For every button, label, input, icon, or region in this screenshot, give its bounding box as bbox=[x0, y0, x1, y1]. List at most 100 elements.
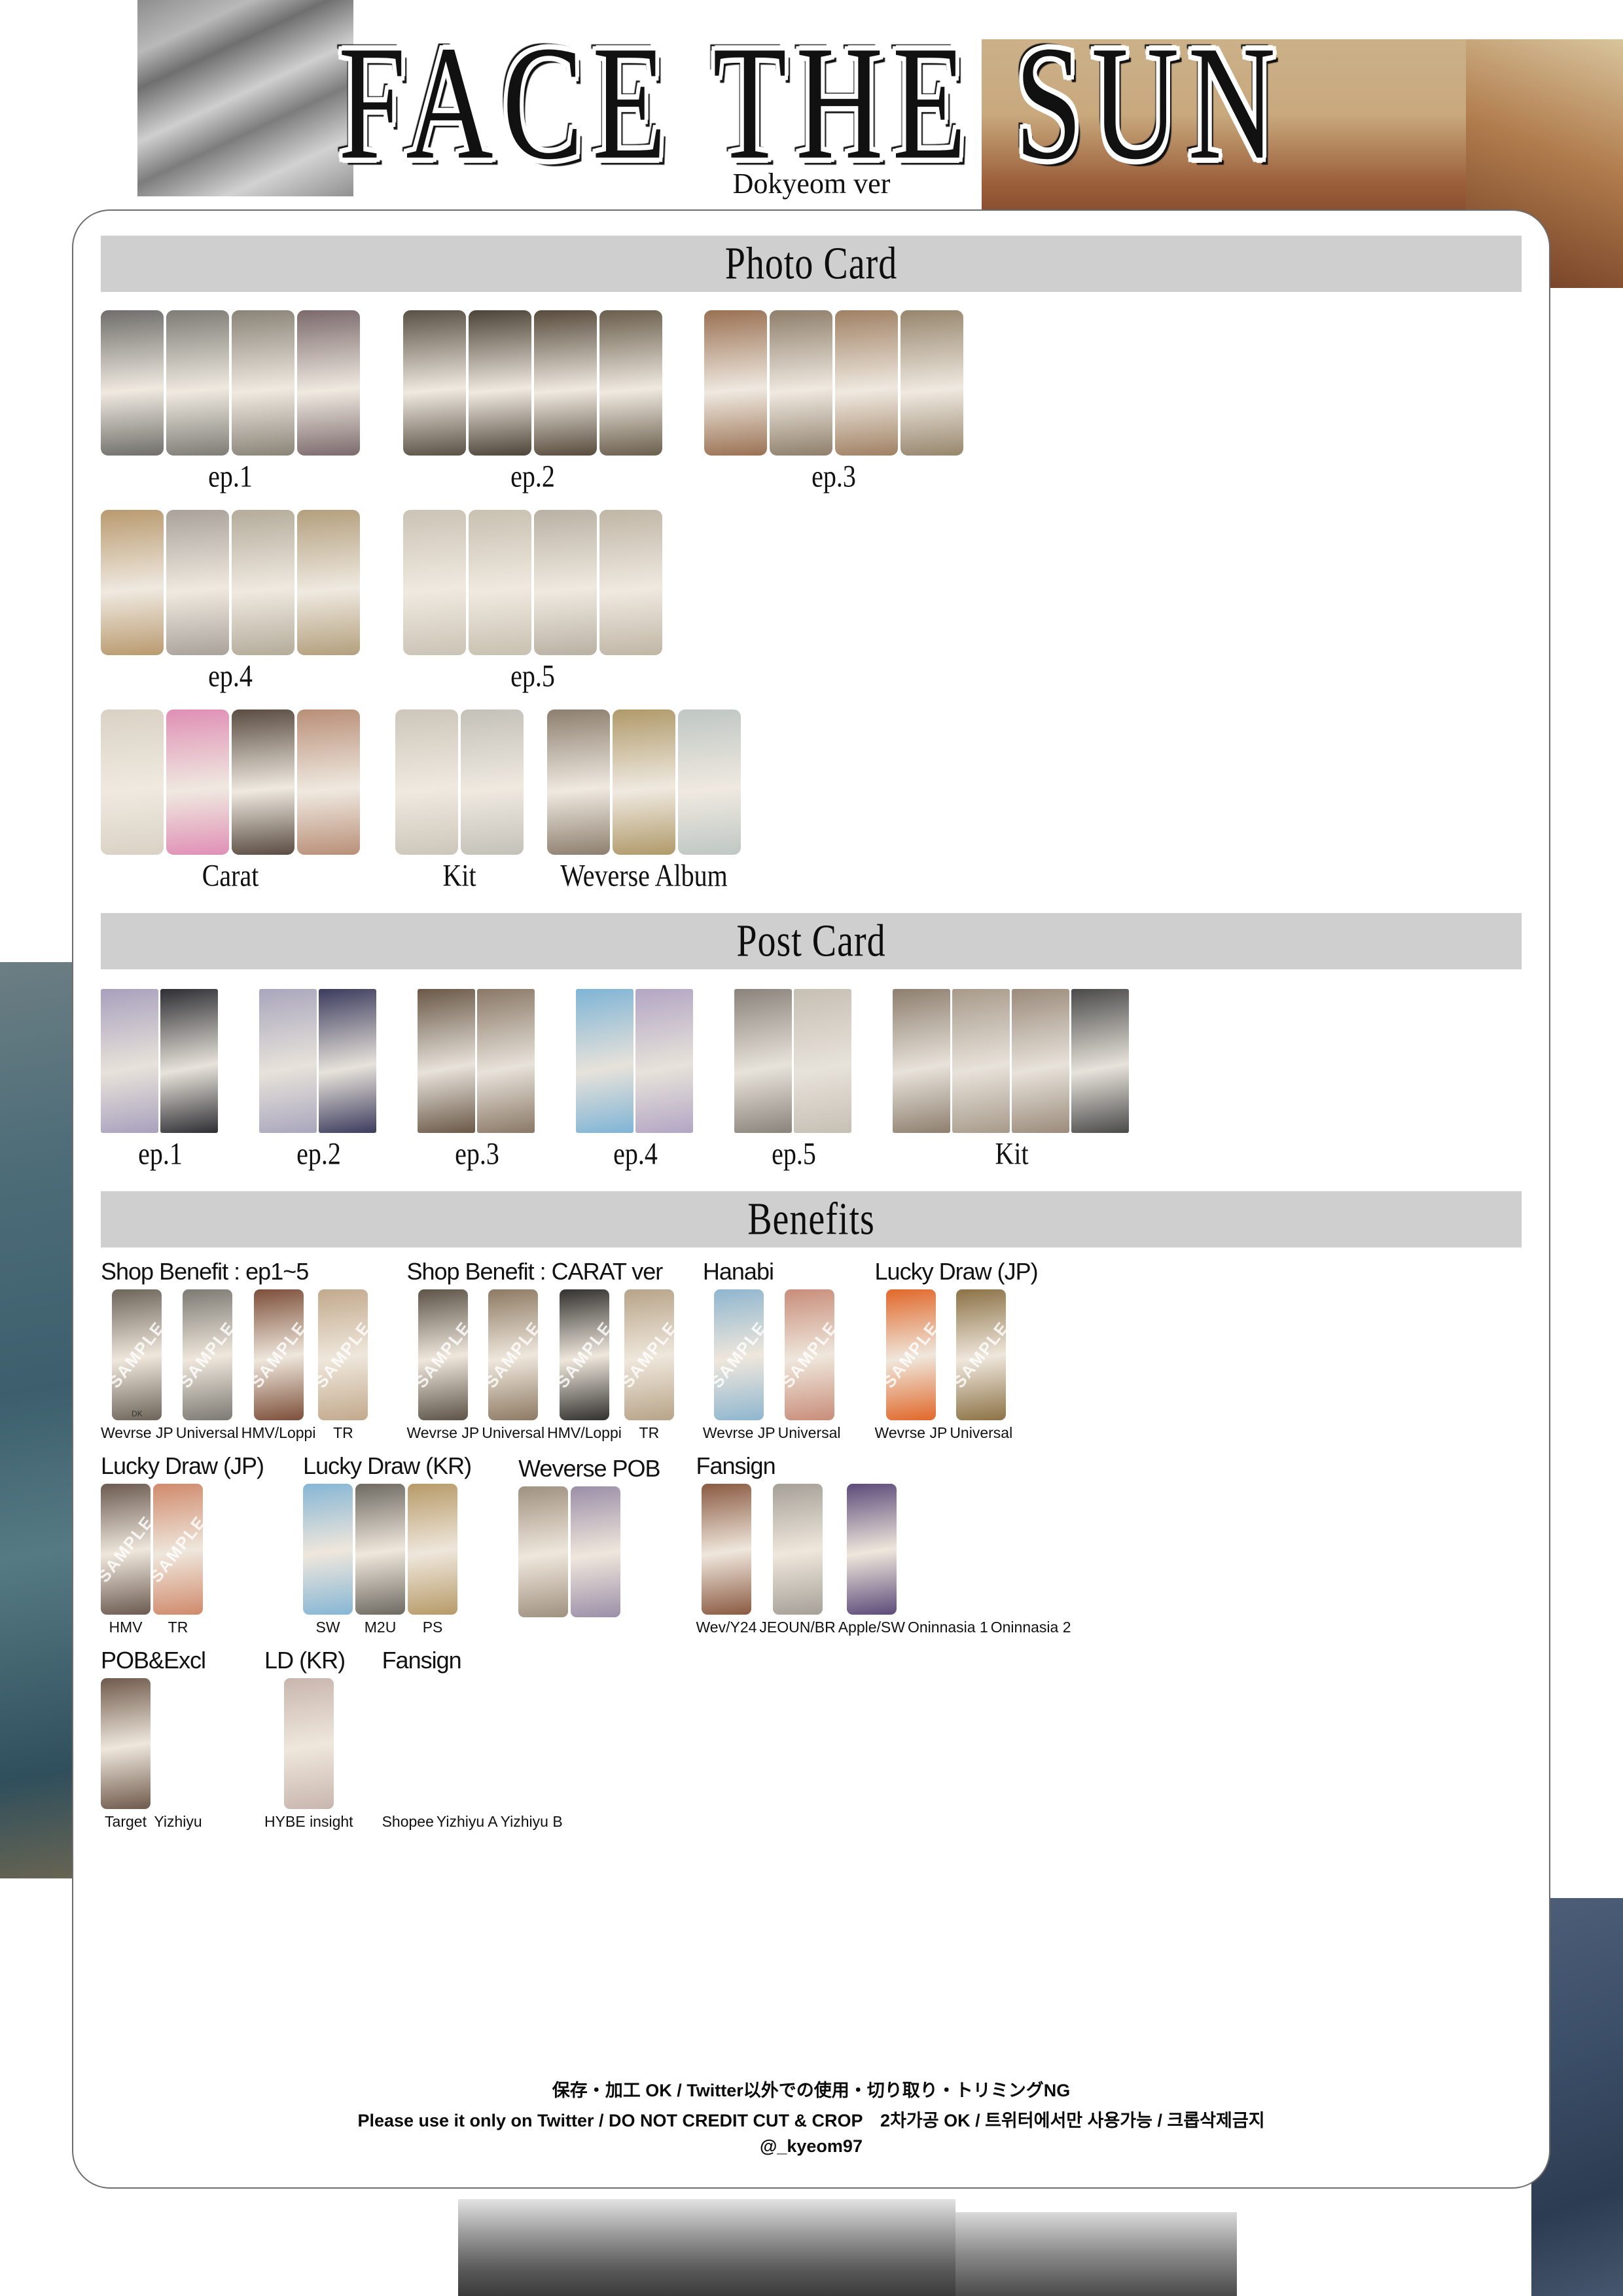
benefit-item: Yizhiyu A bbox=[437, 1678, 498, 1831]
benefit-card-thumbnail bbox=[518, 1486, 569, 1617]
benefit-item: Oninnasia 2 bbox=[991, 1484, 1071, 1636]
post-card-group-label: ep.5 bbox=[772, 1136, 816, 1172]
photo-card-strip bbox=[547, 709, 741, 855]
benefit-card-thumbnail: SAMPLE bbox=[253, 1289, 304, 1420]
sample-watermark: SAMPLE bbox=[624, 1318, 674, 1392]
benefit-card-strip: SW M2U PS bbox=[303, 1484, 471, 1636]
benefit-group: Lucky Draw (KR) SW M2U PS bbox=[303, 1452, 472, 1636]
photo-card-group: ep.1 bbox=[101, 310, 360, 494]
benefit-group: Shop Benefit : CARAT ver SAMPLE Wevrse JP S… bbox=[406, 1258, 676, 1442]
post-card-strip bbox=[734, 989, 853, 1133]
photo-card-row: ep.1 ep.2 ep.3 bbox=[101, 310, 1522, 494]
benefit-item: Target bbox=[101, 1678, 151, 1831]
benefit-card-thumbnail bbox=[101, 1678, 151, 1809]
benefit-group: Hanabi SAMPLE Wevrse JP SAMPLE Universal bbox=[703, 1258, 844, 1442]
benefit-card-strip: HYBE insight bbox=[264, 1678, 356, 1831]
benefit-card-thumbnail: SAMPLE bbox=[488, 1289, 539, 1420]
benefit-item-label: HMV/Loppi bbox=[547, 1424, 622, 1441]
benefit-item-label: PS bbox=[422, 1619, 443, 1636]
benefit-card-thumbnail: SAMPLE bbox=[784, 1289, 834, 1420]
benefit-card-thumbnail: SAMPLE bbox=[153, 1484, 203, 1615]
photo-card-thumbnail bbox=[678, 709, 741, 855]
benefit-item: PS bbox=[408, 1484, 458, 1636]
sample-watermark: SAMPLE bbox=[112, 1318, 162, 1392]
post-card-thumbnail bbox=[477, 989, 535, 1133]
post-card-thumbnail bbox=[160, 989, 218, 1133]
post-card-group: ep.1 bbox=[101, 989, 220, 1172]
section-header-benefits: Benefits bbox=[101, 1191, 1522, 1247]
benefit-item: Shopee bbox=[382, 1678, 434, 1831]
post-card-strip bbox=[101, 989, 220, 1133]
photo-card-group-label: Kit bbox=[442, 857, 476, 893]
benefit-item-label: HMV/Loppi bbox=[241, 1424, 316, 1441]
benefit-item: SAMPLE TR bbox=[624, 1289, 674, 1442]
benefit-item: SAMPLE HMV bbox=[101, 1484, 151, 1636]
photo-card-thumbnail bbox=[101, 709, 164, 855]
photo-card-group-label: ep.3 bbox=[812, 458, 856, 494]
benefit-card-strip: SAMPLE Wevrse JP SAMPLE Universal bbox=[703, 1289, 844, 1442]
benefit-card-strip: SAMPLE Wevrse JP SAMPLE Universal SAMPLE HMV/… bbox=[406, 1289, 676, 1442]
post-card-thumbnail bbox=[635, 989, 693, 1133]
photo-card-thumbnail bbox=[403, 510, 466, 655]
benefit-group-title: Shop Benefit : ep1~5 bbox=[101, 1258, 309, 1285]
post-card-group: ep.3 bbox=[418, 989, 537, 1172]
footer-line-en-ko: Please use it only on Twitter / DO NOT C… bbox=[357, 2111, 1265, 2130]
background-image-bottom-right bbox=[955, 2212, 1237, 2296]
photo-card-thumbnail bbox=[835, 310, 898, 456]
photo-card-thumbnail bbox=[461, 709, 524, 855]
benefit-card-placeholder bbox=[442, 1678, 492, 1809]
post-card-thumbnail bbox=[794, 989, 851, 1133]
post-card-strip bbox=[576, 989, 695, 1133]
photo-card-group: ep.3 bbox=[704, 310, 963, 494]
benefit-item: Yizhiyu bbox=[153, 1678, 203, 1831]
sample-watermark: SAMPLE bbox=[956, 1318, 1007, 1392]
photo-card-group-label: Weverse Album bbox=[560, 857, 728, 893]
benefit-group: Fansign Shopee Yizhiyu A Yizhiyu B bbox=[382, 1647, 565, 1831]
photo-card-row: Carat Kit Weverse Album bbox=[101, 709, 1522, 893]
post-card-thumbnail bbox=[418, 989, 475, 1133]
post-card-group: Kit bbox=[893, 989, 1131, 1172]
benefit-group: Fansign Wev/Y24 JEOUN/BR Apple/SW Oninnasia … bbox=[696, 1452, 1074, 1636]
photo-card-strip bbox=[403, 310, 662, 456]
benefit-group: POB&Excl Target Yizhiyu bbox=[101, 1647, 206, 1831]
photo-card-thumbnail bbox=[297, 510, 360, 655]
benefit-card-thumbnail: SAMPLE DK bbox=[112, 1289, 162, 1420]
photo-card-thumbnail bbox=[101, 310, 164, 456]
benefit-item-label: Universal bbox=[950, 1424, 1013, 1441]
benefit-item: SW bbox=[303, 1484, 353, 1636]
benefit-item-label: JEOUN/BR bbox=[759, 1619, 836, 1636]
photo-card-group-label: ep.4 bbox=[208, 658, 253, 694]
benefit-item: SAMPLE Universal bbox=[778, 1289, 841, 1442]
photo-card-group-label: ep.2 bbox=[510, 458, 555, 494]
benefit-item: Oninnasia 1 bbox=[908, 1484, 988, 1636]
photo-card-thumbnail bbox=[395, 709, 458, 855]
benefit-group-title: Fansign bbox=[382, 1647, 462, 1674]
benefit-item-label: TR bbox=[639, 1424, 660, 1441]
benefit-card-thumbnail bbox=[701, 1484, 751, 1615]
benefit-item bbox=[518, 1486, 569, 1636]
dk-caption: DK bbox=[132, 1409, 143, 1418]
benefit-card-placeholder bbox=[1006, 1484, 1056, 1615]
benefit-item: SAMPLE Wevrse JP bbox=[703, 1289, 776, 1442]
benefit-group: Lucky Draw (JP) SAMPLE HMV SAMPLE TR bbox=[101, 1452, 264, 1636]
photo-card-thumbnail bbox=[770, 310, 832, 456]
benefit-item: Apple/SW bbox=[838, 1484, 905, 1636]
benefit-item: SAMPLE Wevrse JP bbox=[406, 1289, 479, 1442]
photo-card-thumbnail bbox=[613, 709, 675, 855]
benefit-item-label: Universal bbox=[777, 1424, 841, 1441]
photo-card-strip bbox=[403, 510, 662, 655]
benefits-row: POB&Excl Target Yizhiyu LD (KR) HYBE insight… bbox=[101, 1647, 1522, 1831]
benefit-item: SAMPLE TR bbox=[318, 1289, 368, 1442]
benefit-item-label: Wevrse JP bbox=[702, 1424, 776, 1441]
post-card-thumbnail bbox=[1071, 989, 1129, 1133]
photo-card-row: ep.4 ep.5 bbox=[101, 510, 1522, 694]
benefit-item: M2U bbox=[355, 1484, 406, 1636]
photo-card-strip bbox=[101, 510, 360, 655]
benefit-card-strip: SAMPLE DK Wevrse JP SAMPLE Universal SAMPLE HM… bbox=[101, 1289, 370, 1442]
post-card-thumbnail bbox=[576, 989, 633, 1133]
benefit-card-thumbnail: SAMPLE bbox=[559, 1289, 609, 1420]
photo-card-strip bbox=[395, 709, 524, 855]
photo-card-group: ep.4 bbox=[101, 510, 360, 694]
content-sheet: Photo Card ep.1 ep.2 ep.3 ep.4 ep.5 Carat Kit W… bbox=[72, 209, 1550, 2189]
benefit-group-title: Lucky Draw (JP) bbox=[101, 1452, 264, 1479]
